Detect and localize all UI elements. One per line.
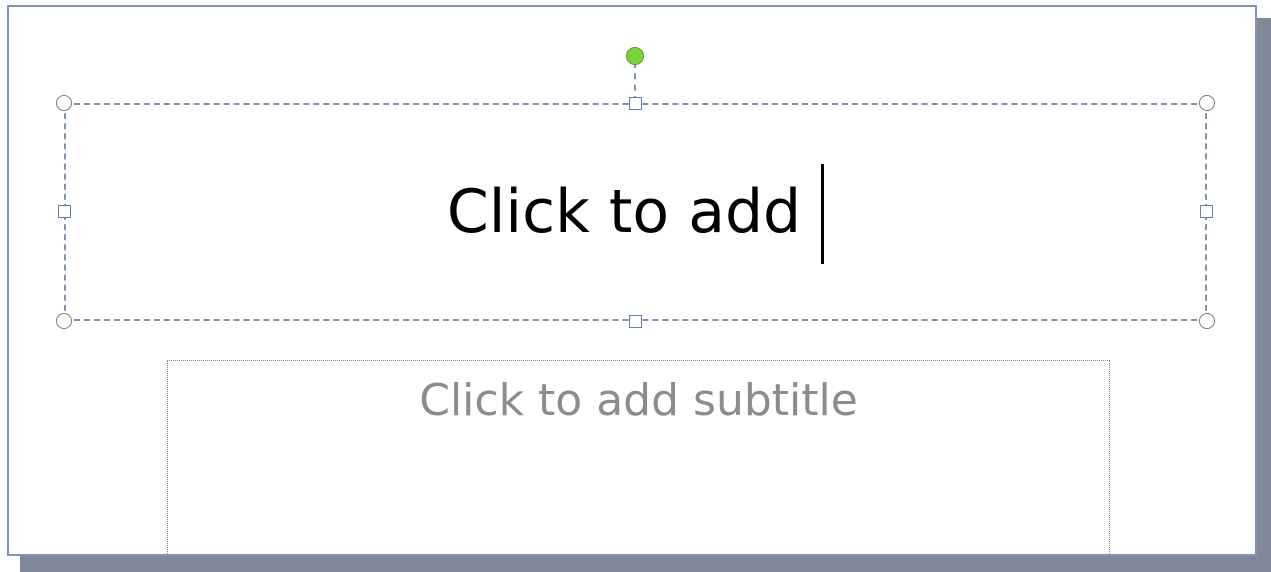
resize-handle-top[interactable]	[629, 97, 642, 110]
rotate-handle-stem	[634, 62, 636, 102]
text-cursor	[821, 164, 825, 264]
resize-handle-top-left[interactable]	[56, 95, 72, 111]
title-text-area[interactable]: Click to add	[66, 105, 1205, 319]
slide-canvas[interactable]: Click to add Click to add subtitle	[7, 5, 1257, 556]
resize-handle-bottom[interactable]	[629, 315, 642, 328]
subtitle-placeholder[interactable]: Click to add subtitle	[167, 360, 1110, 554]
title-text: Click to add	[446, 177, 802, 247]
resize-handle-left[interactable]	[58, 205, 71, 218]
resize-handle-bottom-right[interactable]	[1199, 313, 1215, 329]
title-placeholder[interactable]: Click to add	[64, 103, 1207, 321]
resize-handle-top-right[interactable]	[1199, 95, 1215, 111]
rotate-handle[interactable]	[626, 47, 644, 65]
resize-handle-right[interactable]	[1200, 205, 1213, 218]
resize-handle-bottom-left[interactable]	[56, 313, 72, 329]
subtitle-placeholder-text: Click to add subtitle	[419, 375, 858, 426]
